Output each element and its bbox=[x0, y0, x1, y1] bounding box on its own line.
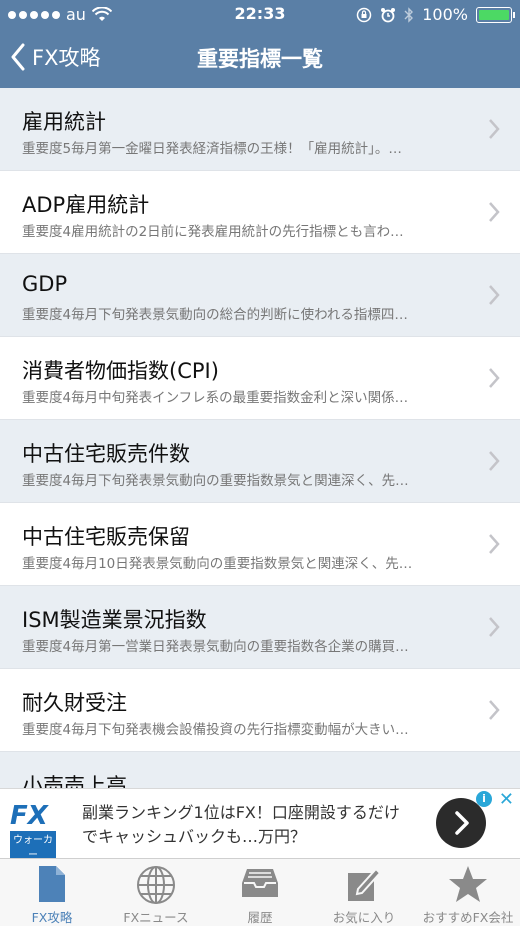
tab-favorites[interactable]: お気に入り bbox=[312, 859, 416, 926]
list-item-title: 小売売上高 bbox=[22, 774, 127, 788]
page-title: 重要指標一覧 bbox=[197, 47, 323, 71]
list-item-description: 重要度4毎月下旬発表景気動向の総合的判断に使われる指標四… bbox=[22, 307, 408, 323]
list-item[interactable]: ADP雇用統計 重要度4雇用統計の2日前に発表雇用統計の先行指標とも言わ… bbox=[0, 171, 520, 254]
rotation-lock-icon bbox=[357, 7, 372, 22]
list-item-title: ISM製造業景況指数 bbox=[22, 608, 207, 632]
tab-label: FXニュース bbox=[123, 910, 189, 925]
tab-label: おすすめFX会社 bbox=[422, 910, 514, 925]
chevron-right-icon bbox=[489, 451, 500, 471]
ad-banner[interactable]: FX ウォーカー 副業ランキング1位はFX！口座開設するだけでキャッシュバックも… bbox=[0, 788, 520, 861]
ad-info-icon[interactable]: i bbox=[476, 791, 492, 807]
bluetooth-icon bbox=[404, 6, 414, 23]
list-item-title: 消費者物価指数(CPI) bbox=[22, 359, 219, 383]
list-item[interactable]: 耐久財受注 重要度4毎月下旬発表機会設備投資の先行指標変動幅が大きい… bbox=[0, 669, 520, 752]
list-item[interactable]: 雇用統計 重要度5毎月第一金曜日発表経済指標の王様！「雇用統計」。… bbox=[0, 88, 520, 171]
list-item-description: 重要度4毎月10日発表景気動向の重要指数景気と関連深く、先… bbox=[22, 556, 413, 572]
inbox-tray-icon bbox=[242, 869, 278, 897]
tab-label: 履歴 bbox=[247, 910, 273, 925]
tab-fx-news[interactable]: FXニュース bbox=[104, 859, 208, 926]
list-item-title: 雇用統計 bbox=[22, 110, 106, 134]
tab-history[interactable]: 履歴 bbox=[208, 859, 312, 926]
ad-close-button[interactable]: ✕ bbox=[499, 789, 514, 810]
battery-percent: 100% bbox=[422, 5, 468, 24]
list-item-description: 重要度4毎月下旬発表機会設備投資の先行指標変動幅が大きい… bbox=[22, 722, 409, 738]
ad-logo-text: FX bbox=[10, 801, 48, 831]
tab-recommended-brokers[interactable]: おすすめFX会社 bbox=[416, 859, 520, 926]
list-item[interactable]: 中古住宅販売件数 重要度4毎月下旬発表景気動向の重要指数景気と関連深く、先… bbox=[0, 420, 520, 503]
chevron-right-icon bbox=[489, 368, 500, 388]
chevron-right-icon bbox=[489, 285, 500, 305]
chevron-right-icon bbox=[489, 617, 500, 637]
list-item-description: 重要度5毎月第一金曜日発表経済指標の王様！「雇用統計」。… bbox=[22, 141, 402, 157]
document-icon bbox=[39, 866, 65, 902]
tab-bar: FX攻略 FXニュース 履歴 お気に入り おすすめFX会社 bbox=[0, 858, 520, 926]
list-item-description: 重要度4毎月下旬発表景気動向の重要指数景気と関連深く、先… bbox=[22, 473, 409, 489]
list-item[interactable]: ISM製造業景況指数 重要度4毎月第一営業日発表景気動向の重要指数各企業の購買… bbox=[0, 586, 520, 669]
status-bar: au 22:33 100% bbox=[0, 0, 520, 28]
list-item-description: 重要度4雇用統計の2日前に発表雇用統計の先行指標とも言わ… bbox=[22, 224, 404, 240]
list-item-description: 重要度4毎月第一営業日発表景気動向の重要指数各企業の購買… bbox=[22, 639, 409, 655]
battery-icon bbox=[476, 6, 515, 23]
list-item[interactable]: 消費者物価指数(CPI) 重要度4毎月中旬発表インフレ系の最重要指数金利と深い関… bbox=[0, 337, 520, 420]
tab-label: FX攻略 bbox=[31, 910, 73, 925]
list-item-title: GDP bbox=[22, 272, 68, 296]
star-icon bbox=[449, 866, 487, 902]
alarm-icon bbox=[381, 7, 396, 22]
ad-logo-subtext: ウォーカー bbox=[10, 831, 56, 861]
ad-logo: FX ウォーカー bbox=[10, 801, 62, 861]
ad-text: 副業ランキング1位はFX！口座開設するだけでキャッシュバックも…万円？ bbox=[82, 803, 400, 846]
list-item[interactable]: 中古住宅販売保留 重要度4毎月10日発表景気動向の重要指数景気と関連深く、先… bbox=[0, 503, 520, 586]
list-item-title: 中古住宅販売件数 bbox=[22, 442, 190, 466]
list-item-description: 重要度4毎月中旬発表インフレ系の最重要指数金利と深い関係… bbox=[22, 390, 409, 406]
edit-pencil-icon bbox=[348, 867, 382, 901]
globe-icon bbox=[137, 866, 175, 904]
indicator-list: 雇用統計 重要度5毎月第一金曜日発表経済指標の王様！「雇用統計」。… ADP雇用… bbox=[0, 88, 520, 788]
list-item-title: 中古住宅販売保留 bbox=[22, 525, 190, 549]
status-right: 100% bbox=[356, 5, 515, 24]
list-item[interactable]: 小売売上高 bbox=[0, 752, 520, 788]
chevron-right-icon bbox=[489, 202, 500, 222]
navigation-bar: FX攻略 重要指標一覧 bbox=[0, 28, 520, 88]
chevron-right-icon bbox=[489, 700, 500, 720]
list-item[interactable]: GDP 重要度4毎月下旬発表景気動向の総合的判断に使われる指標四… bbox=[0, 254, 520, 337]
list-item-title: ADP雇用統計 bbox=[22, 193, 150, 217]
tab-fx-strategy[interactable]: FX攻略 bbox=[0, 859, 104, 926]
chevron-right-icon bbox=[489, 119, 500, 139]
tab-label: お気に入り bbox=[332, 910, 396, 925]
chevron-right-icon bbox=[489, 534, 500, 554]
list-item-title: 耐久財受注 bbox=[22, 691, 127, 715]
